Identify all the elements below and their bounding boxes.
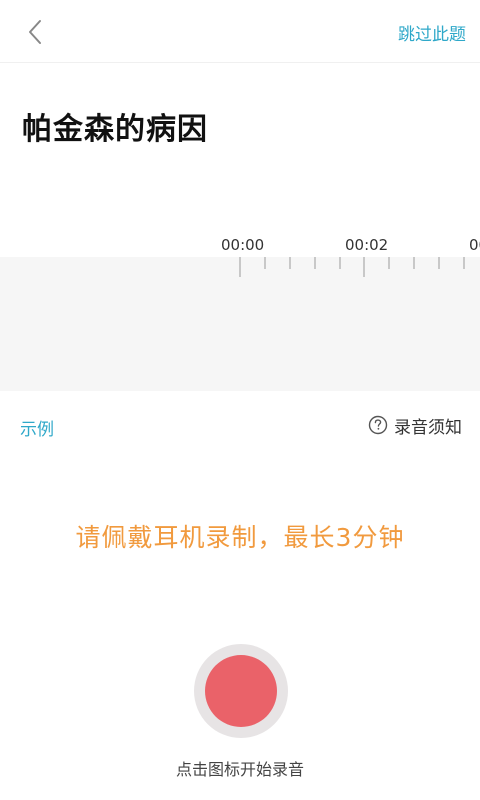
timeline-ticks [239, 257, 465, 277]
recording-hint: 请佩戴耳机录制，最长3分钟 [75, 523, 405, 552]
skip-question-button[interactable]: 跳过此题 [398, 20, 466, 45]
timeline-label: 00:02 [345, 236, 389, 254]
timeline-label: 00 [469, 236, 480, 254]
back-button[interactable] [20, 14, 54, 50]
chevron-left-icon [29, 20, 41, 44]
example-link[interactable]: 示例 [20, 415, 54, 440]
recording-notice-button[interactable]: 录音须知 [368, 413, 462, 438]
question-circle-icon [368, 415, 388, 435]
record-button[interactable] [194, 644, 288, 738]
record-label: 点击图标开始录音 [175, 760, 304, 779]
timeline-label: 00:00 [221, 236, 265, 254]
record-icon [205, 655, 277, 727]
recording-notice-label: 录音须知 [394, 417, 462, 438]
top-bar: 跳过此题 [0, 0, 480, 63]
question-title: 帕金森的病因 [22, 112, 208, 147]
